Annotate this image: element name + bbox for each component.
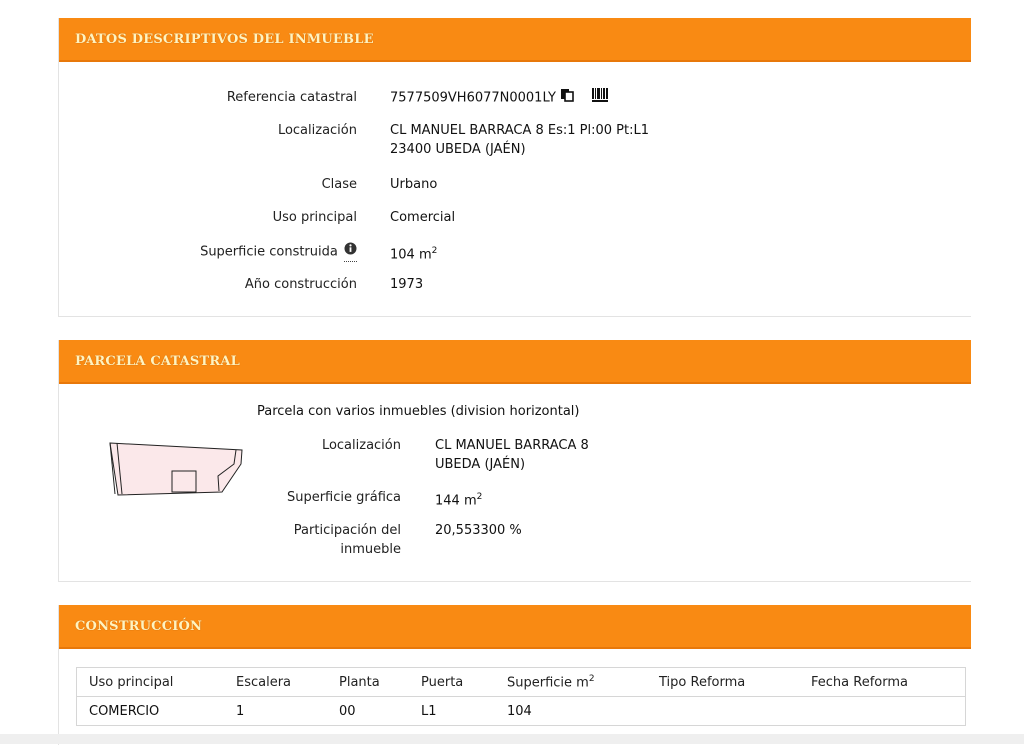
superficie-construida-sup: 2 [431,246,438,256]
referencia-text[interactable]: 7577509VH6077N0001LY [390,91,556,106]
construccion-header: CONSTRUCCIÓN [59,605,971,649]
superficie-construida-label: Superficie construida [200,244,338,260]
col-superficie: Superficie m2 [495,667,647,697]
col-planta: Planta [327,667,409,697]
construccion-table: Uso principal Escalera Planta Puerta Sup… [76,667,966,726]
cell-uso-principal: COMERCIO [89,703,160,719]
cell-fecha-reforma [799,697,966,726]
table-header-row: Uso principal Escalera Planta Puerta Sup… [76,667,966,697]
value-anio: 1973 [390,277,424,292]
datos-panel: DATOS DESCRIPTIVOS DEL INMUEBLE Referenc… [58,18,971,317]
col-superficie-label: Superficie m [507,675,589,691]
cell-tipo-reforma [647,697,799,726]
localizacion-line1: CL MANUEL BARRACA 8 Es:1 Pl:00 Pt:L1 [390,123,650,138]
value-localizacion: CL MANUEL BARRACA 8 Es:1 Pl:00 Pt:L1 234… [390,121,790,159]
value-clase: Urbano [390,177,438,192]
localizacion-line2: 23400 UBEDA (JAÉN) [390,142,526,157]
col-uso-principal: Uso principal [76,667,224,697]
label-parcela-localizacion: Localización [321,438,401,453]
label-referencia: Referencia catastral [226,90,357,105]
parcela-title: PARCELA CATASTRAL [75,353,240,369]
label-superficie-construida: Superficie construida [59,242,357,262]
col-fecha-reforma: Fecha Reforma [799,667,966,697]
parcela-localizacion-line1: CL MANUEL BARRACA 8 [435,438,589,453]
construccion-panel: CONSTRUCCIÓN Uso principal Escalera Plan… [58,605,971,745]
col-tipo-reforma: Tipo Reforma [647,667,799,697]
value-uso: Comercial [390,210,456,225]
info-icon[interactable] [344,242,357,262]
label-clase: Clase [321,177,357,192]
parcela-panel: PARCELA CATASTRAL Parcela con varios inm… [58,340,971,582]
cell-puerta: L1 [421,703,437,719]
superficie-grafica-value: 144 m [435,493,477,509]
copy-icon[interactable] [560,88,574,108]
col-escalera: Escalera [224,667,327,697]
value-superficie-construida: 104 m2 [390,242,437,264]
barcode-icon[interactable] [592,88,609,108]
superficie-construida-value: 104 m [390,247,432,263]
value-referencia: 7577509VH6077N0001LY [390,88,690,108]
label-participacion: Participación del inmueble [229,521,401,559]
value-superficie-grafica: 144 m2 [435,488,482,510]
table-row: COMERCIO 1 00 L1 104 [77,697,966,726]
col-puerta: Puerta [409,667,495,697]
parcela-localizacion-line2: UBEDA (JAÉN) [435,457,526,472]
datos-header: DATOS DESCRIPTIVOS DEL INMUEBLE [59,18,971,62]
bottom-scroll-edge [0,734,1024,744]
construccion-title: CONSTRUCCIÓN [75,618,203,634]
participacion-label-line2: inmueble [340,542,401,557]
parcela-header: PARCELA CATASTRAL [59,340,971,384]
col-superficie-sup: 2 [588,673,595,684]
label-anio: Año construcción [244,277,357,292]
value-parcela-localizacion: CL MANUEL BARRACA 8 UBEDA (JAÉN) [435,436,735,474]
parcela-subtitle: Parcela con varios inmuebles (division h… [257,404,580,419]
label-superficie-grafica: Superficie gráfica [286,490,401,505]
cell-escalera: 1 [236,703,245,719]
superficie-grafica-sup: 2 [476,492,483,502]
datos-title: DATOS DESCRIPTIVOS DEL INMUEBLE [75,31,374,47]
label-uso: Uso principal [272,210,357,225]
parcel-plan-image[interactable] [107,438,247,498]
cell-superficie: 104 [507,703,532,719]
value-participacion: 20,553300 % [435,523,522,538]
participacion-label-line1: Participación del [293,523,401,538]
cell-planta: 00 [339,703,356,719]
label-localizacion: Localización [277,123,357,138]
